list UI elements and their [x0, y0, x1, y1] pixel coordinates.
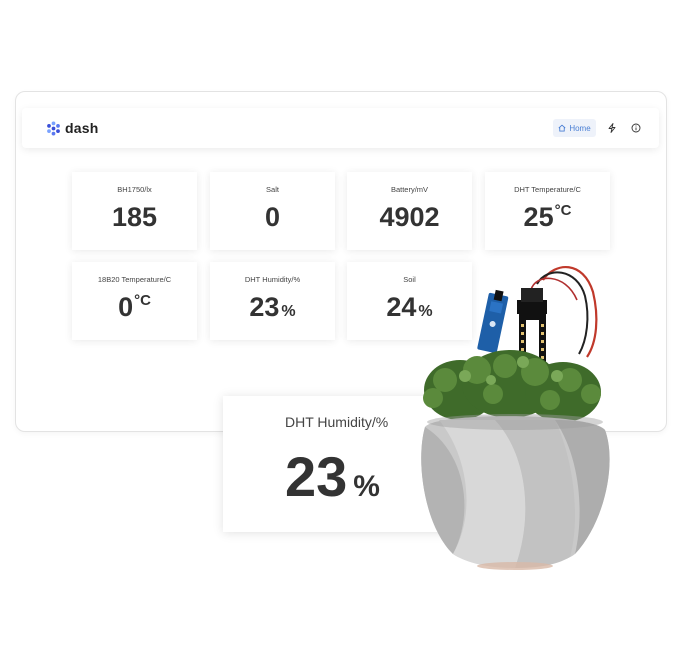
- app-logo[interactable]: dash: [46, 120, 98, 136]
- featured-value-row: 23%: [285, 444, 380, 509]
- card-unit: °C: [554, 202, 572, 219]
- card-label: BH1750/lx: [117, 185, 152, 194]
- card-value-row: 0 °C: [72, 292, 197, 323]
- card-label: Salt: [266, 185, 279, 194]
- card-dht-temperature: DHT Temperature/C 25 °C: [485, 172, 610, 250]
- card-label: Battery/mV: [390, 185, 429, 194]
- dots-hexagon-icon: [47, 120, 60, 136]
- card-value-row: 4902: [347, 202, 472, 233]
- card-value-row: 25 °C: [485, 202, 610, 233]
- lightning-icon[interactable]: [607, 123, 617, 133]
- card-value-row: 0: [210, 202, 335, 233]
- card-value: 4902: [379, 202, 440, 232]
- card-value-row: 185: [72, 202, 197, 233]
- top-navbar: dash Home: [22, 108, 659, 148]
- card-label: 18B20 Temperature/C: [97, 275, 172, 284]
- card-18b20-temperature: 18B20 Temperature/C 0 °C: [72, 262, 197, 340]
- plant-sensor-illustration: [421, 266, 610, 570]
- card-bh1750: BH1750/lx 185: [72, 172, 197, 250]
- home-icon: [558, 124, 566, 132]
- featured-value: 23: [285, 445, 348, 508]
- card-value-row: 23%: [210, 292, 335, 323]
- nav-home-label: Home: [569, 123, 591, 133]
- card-label: DHT Temperature/C: [514, 185, 581, 194]
- card-value: 25: [523, 202, 554, 232]
- card-dht-humidity: DHT Humidity/% 23%: [210, 262, 335, 340]
- card-battery: Battery/mV 4902: [347, 172, 472, 250]
- card-unit: °C: [134, 292, 151, 309]
- featured-unit: %: [353, 470, 380, 503]
- info-circle-icon[interactable]: [631, 123, 641, 133]
- card-value: 0: [118, 292, 134, 322]
- card-value: 0: [264, 202, 281, 232]
- card-label: DHT Humidity/%: [244, 275, 301, 284]
- nav-home-button[interactable]: Home: [553, 119, 596, 137]
- card-value: 23: [249, 292, 280, 322]
- app-name: dash: [65, 120, 99, 136]
- card-unit: %: [281, 303, 296, 320]
- card-salt: Salt 0: [210, 172, 335, 250]
- featured-label: DHT Humidity/%: [285, 414, 389, 430]
- card-value: 185: [111, 202, 158, 232]
